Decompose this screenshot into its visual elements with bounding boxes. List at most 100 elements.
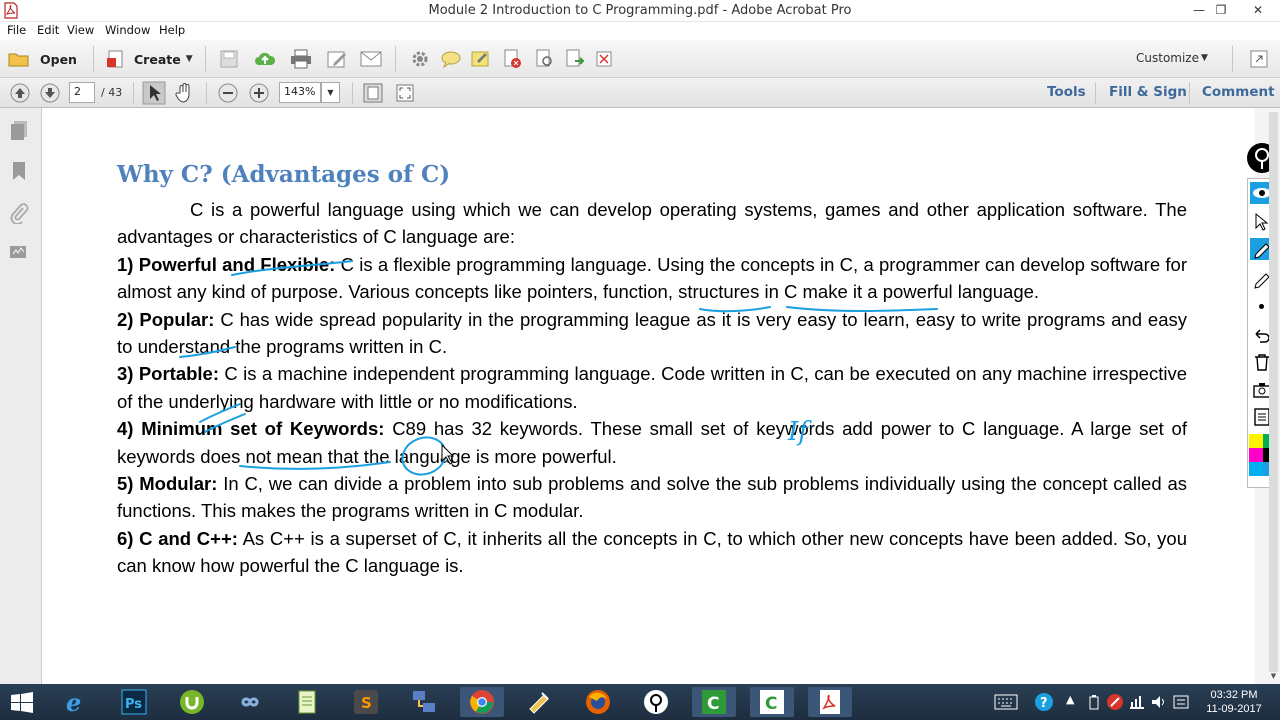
advantage-title: 4) Minimum set of Keywords: [117, 418, 385, 440]
open-label: Open [40, 51, 77, 67]
toolbar-divider [1189, 82, 1190, 104]
pen-size-dot[interactable] [1259, 304, 1264, 309]
toolbar-divider [93, 46, 94, 72]
sublime-icon[interactable]: S [344, 687, 388, 717]
fit-page-icon[interactable] [362, 82, 384, 104]
select-cursor-icon[interactable] [142, 81, 166, 105]
camtasia-icon[interactable]: C [692, 687, 736, 717]
combine-icon[interactable] [594, 49, 616, 69]
page-thumbnails-icon[interactable] [9, 120, 29, 142]
toolbar-divider [206, 82, 207, 104]
page-total: / 43 [101, 86, 123, 99]
zoom-level-input[interactable]: 143% [279, 82, 321, 103]
svg-text:e: e [66, 689, 81, 715]
delete-page-icon[interactable] [502, 49, 524, 69]
export-icon[interactable] [564, 49, 586, 69]
vertical-scrollbar[interactable] [1269, 112, 1278, 672]
cloud-upload-icon[interactable] [254, 49, 276, 69]
zoom-in-icon[interactable] [248, 82, 270, 104]
show-hidden-icons[interactable]: ▲ [1066, 693, 1074, 706]
advantage-title: 5) Modular: [117, 473, 218, 495]
menu-file[interactable]: File [7, 23, 26, 37]
section-heading: Why C? (Advantages of C) [117, 161, 451, 188]
notepad-plus-icon[interactable] [286, 687, 330, 717]
toolbar-divider [1232, 46, 1233, 72]
menu-window[interactable]: Window [105, 23, 150, 37]
system-clock[interactable]: 03:32 PM 11-09-2017 [1196, 688, 1272, 716]
previous-page-icon[interactable] [9, 82, 31, 104]
search-page-icon[interactable] [534, 49, 556, 69]
toolbar-divider [395, 46, 396, 72]
camtasia-recorder-icon[interactable]: C [750, 687, 794, 717]
advantage-text: As C++ is a superset of C, it inherits a… [117, 527, 1187, 577]
svg-text:C: C [765, 694, 777, 714]
menu-view[interactable]: View [67, 23, 94, 37]
language-icon[interactable] [1172, 694, 1190, 710]
advantage-item: 3) Portable: C is a machine independent … [117, 360, 1187, 415]
bookmark-icon[interactable] [10, 160, 28, 182]
color-swatch-cyan[interactable] [1249, 462, 1263, 476]
internet-explorer-icon[interactable]: e [54, 687, 98, 717]
save-icon[interactable] [219, 49, 239, 69]
zoom-out-icon[interactable] [217, 82, 239, 104]
menu-help[interactable]: Help [159, 23, 185, 37]
color-swatch-magenta[interactable] [1249, 448, 1263, 462]
volume-icon[interactable] [1150, 694, 1168, 710]
network-app-icon[interactable] [402, 687, 446, 717]
infinity-app-icon[interactable] [228, 687, 272, 717]
svg-text:C: C [707, 694, 719, 714]
chrome-icon[interactable] [460, 687, 504, 717]
battery-icon[interactable] [1087, 694, 1101, 710]
advantage-text: C is a machine independent programming l… [117, 363, 1187, 412]
intro-paragraph: C is a powerful language using which we … [117, 196, 1187, 251]
attachment-icon[interactable] [9, 202, 29, 224]
svg-text:S: S [361, 694, 372, 712]
open-button[interactable]: Open [8, 48, 77, 70]
tools-panel-link[interactable]: Tools [1047, 84, 1086, 100]
menu-edit[interactable]: Edit [37, 23, 59, 37]
comment-panel-link[interactable]: Comment [1202, 84, 1275, 100]
highlight-icon[interactable] [470, 49, 492, 69]
email-icon[interactable] [360, 50, 382, 68]
advantage-title: 3) Portable: [117, 363, 220, 385]
acrobat-taskbar-icon[interactable] [808, 687, 852, 717]
print-icon[interactable] [290, 49, 312, 69]
pen-tool-app-icon[interactable] [634, 687, 678, 717]
title-bar: Module 2 Introduction to C Programming.p… [0, 0, 1280, 22]
advantage-title: 2) Popular: [117, 308, 215, 330]
help-icon[interactable]: ? [1034, 692, 1054, 712]
full-screen-icon[interactable] [394, 82, 416, 104]
menu-bar: File Edit View Window Help [0, 22, 1280, 40]
app-tool-icon[interactable] [518, 687, 562, 717]
close-button[interactable]: ✕ [1236, 0, 1280, 22]
keyboard-icon[interactable] [994, 694, 1018, 710]
scroll-down-arrow[interactable]: ▼ [1269, 672, 1278, 682]
utorrent-icon[interactable] [170, 687, 214, 717]
expand-icon[interactable] [1249, 49, 1269, 69]
next-page-icon[interactable] [39, 82, 61, 104]
create-button[interactable]: Create ▼ [106, 48, 193, 70]
hand-tool-icon[interactable] [173, 81, 197, 105]
antivirus-icon[interactable] [1106, 693, 1124, 711]
comment-icon[interactable] [440, 49, 462, 69]
color-swatch-yellow[interactable] [1249, 434, 1263, 448]
maximize-button[interactable]: ❐ [1206, 0, 1236, 22]
create-pdf-icon [107, 50, 123, 68]
navigation-toolbar: 2 / 43 143% ▼ Tools Fill & Sign Comment [0, 78, 1280, 108]
network-icon[interactable] [1128, 694, 1146, 710]
advantage-title: 6) C and C++: [117, 527, 238, 549]
zoom-dropdown-button[interactable]: ▼ [321, 82, 340, 103]
edit-icon[interactable] [326, 49, 348, 69]
gear-icon[interactable] [410, 49, 430, 69]
windows-start-icon[interactable] [10, 692, 34, 714]
toolbar-divider [133, 82, 134, 104]
window-title: Module 2 Introduction to C Programming.p… [428, 3, 852, 18]
chevron-down-icon: ▼ [185, 54, 193, 64]
document-body: C is a powerful language using which we … [117, 196, 1187, 580]
fill-sign-panel-link[interactable]: Fill & Sign [1109, 84, 1187, 100]
firefox-icon[interactable] [576, 687, 620, 717]
page-number-input[interactable]: 2 [69, 82, 95, 103]
signature-icon[interactable] [8, 242, 30, 262]
customize-dropdown[interactable]: Customize [1136, 51, 1199, 65]
photoshop-icon[interactable]: Ps [112, 687, 156, 717]
